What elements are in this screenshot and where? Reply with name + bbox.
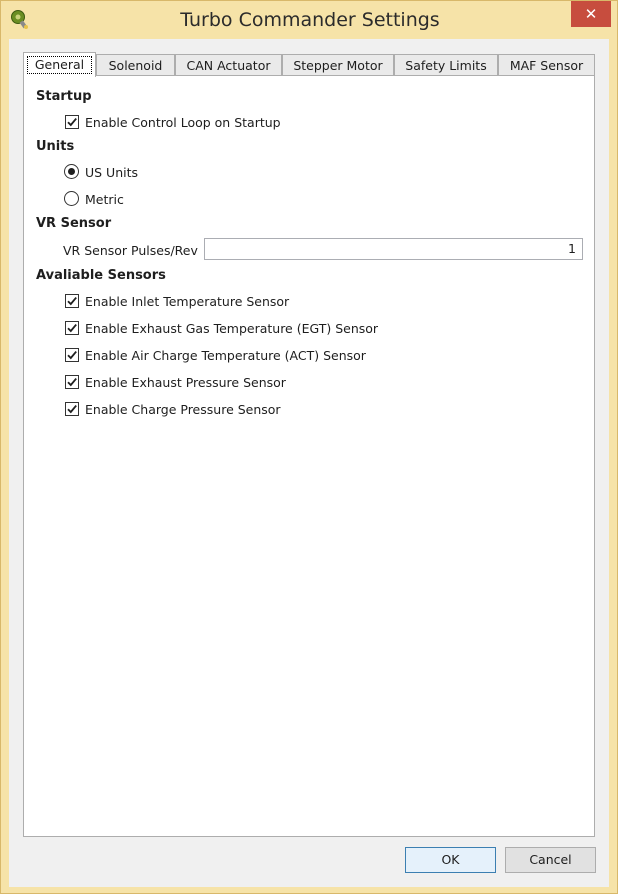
sensors-section-title: Avaliable Sensors <box>36 268 166 283</box>
us-units-label: US Units <box>85 165 139 180</box>
dialog-client-area: General Solenoid CAN Actuator Stepper Mo… <box>9 39 609 887</box>
egt-checkbox[interactable] <box>65 321 79 335</box>
settings-window: Turbo Commander Settings ✕ General Solen… <box>0 0 618 894</box>
metric-radio[interactable] <box>64 191 79 206</box>
enable-control-loop-checkbox[interactable] <box>65 115 79 129</box>
vr-sensor-section-title: VR Sensor <box>36 216 112 231</box>
vr-pulses-input[interactable]: 1 <box>204 238 583 260</box>
checkmark-icon <box>67 118 77 127</box>
checkmark-icon <box>67 405 77 414</box>
close-button[interactable]: ✕ <box>571 1 611 27</box>
checkmark-icon <box>67 351 77 360</box>
checkmark-icon <box>67 378 77 387</box>
tab-stepper-motor[interactable]: Stepper Motor <box>282 54 394 76</box>
act-label: Enable Air Charge Temperature (ACT) Sens… <box>85 348 366 363</box>
egt-label: Enable Exhaust Gas Temperature (EGT) Sen… <box>85 321 379 336</box>
general-tab-panel: Startup Enable Control Loop on Startup U… <box>23 75 595 837</box>
charge-pressure-checkbox[interactable] <box>65 402 79 416</box>
metric-label: Metric <box>85 192 124 207</box>
enable-control-loop-label: Enable Control Loop on Startup <box>85 115 281 130</box>
tab-safety-limits[interactable]: Safety Limits <box>394 54 498 76</box>
us-units-radio[interactable] <box>64 164 79 179</box>
tab-maf-sensor[interactable]: MAF Sensor <box>498 54 595 76</box>
tab-solenoid[interactable]: Solenoid <box>96 54 175 76</box>
title-bar[interactable]: Turbo Commander Settings ✕ <box>1 1 617 39</box>
checkmark-icon <box>67 324 77 333</box>
tab-can-actuator[interactable]: CAN Actuator <box>175 54 282 76</box>
inlet-temp-checkbox[interactable] <box>65 294 79 308</box>
cancel-button[interactable]: Cancel <box>505 847 596 873</box>
inlet-temp-label: Enable Inlet Temperature Sensor <box>85 294 290 309</box>
tab-label: General <box>27 56 92 74</box>
checkmark-icon <box>67 297 77 306</box>
units-section-title: Units <box>36 139 75 154</box>
close-icon: ✕ <box>584 5 598 23</box>
ok-button[interactable]: OK <box>405 847 496 873</box>
charge-pressure-label: Enable Charge Pressure Sensor <box>85 402 281 417</box>
vr-pulses-label: VR Sensor Pulses/Rev <box>63 243 198 258</box>
startup-section-title: Startup <box>36 89 92 104</box>
exhaust-pressure-checkbox[interactable] <box>65 375 79 389</box>
exhaust-pressure-label: Enable Exhaust Pressure Sensor <box>85 375 286 390</box>
window-title: Turbo Commander Settings <box>180 9 440 31</box>
act-checkbox[interactable] <box>65 348 79 362</box>
tab-general[interactable]: General <box>23 52 96 77</box>
radio-dot-icon <box>68 168 75 175</box>
